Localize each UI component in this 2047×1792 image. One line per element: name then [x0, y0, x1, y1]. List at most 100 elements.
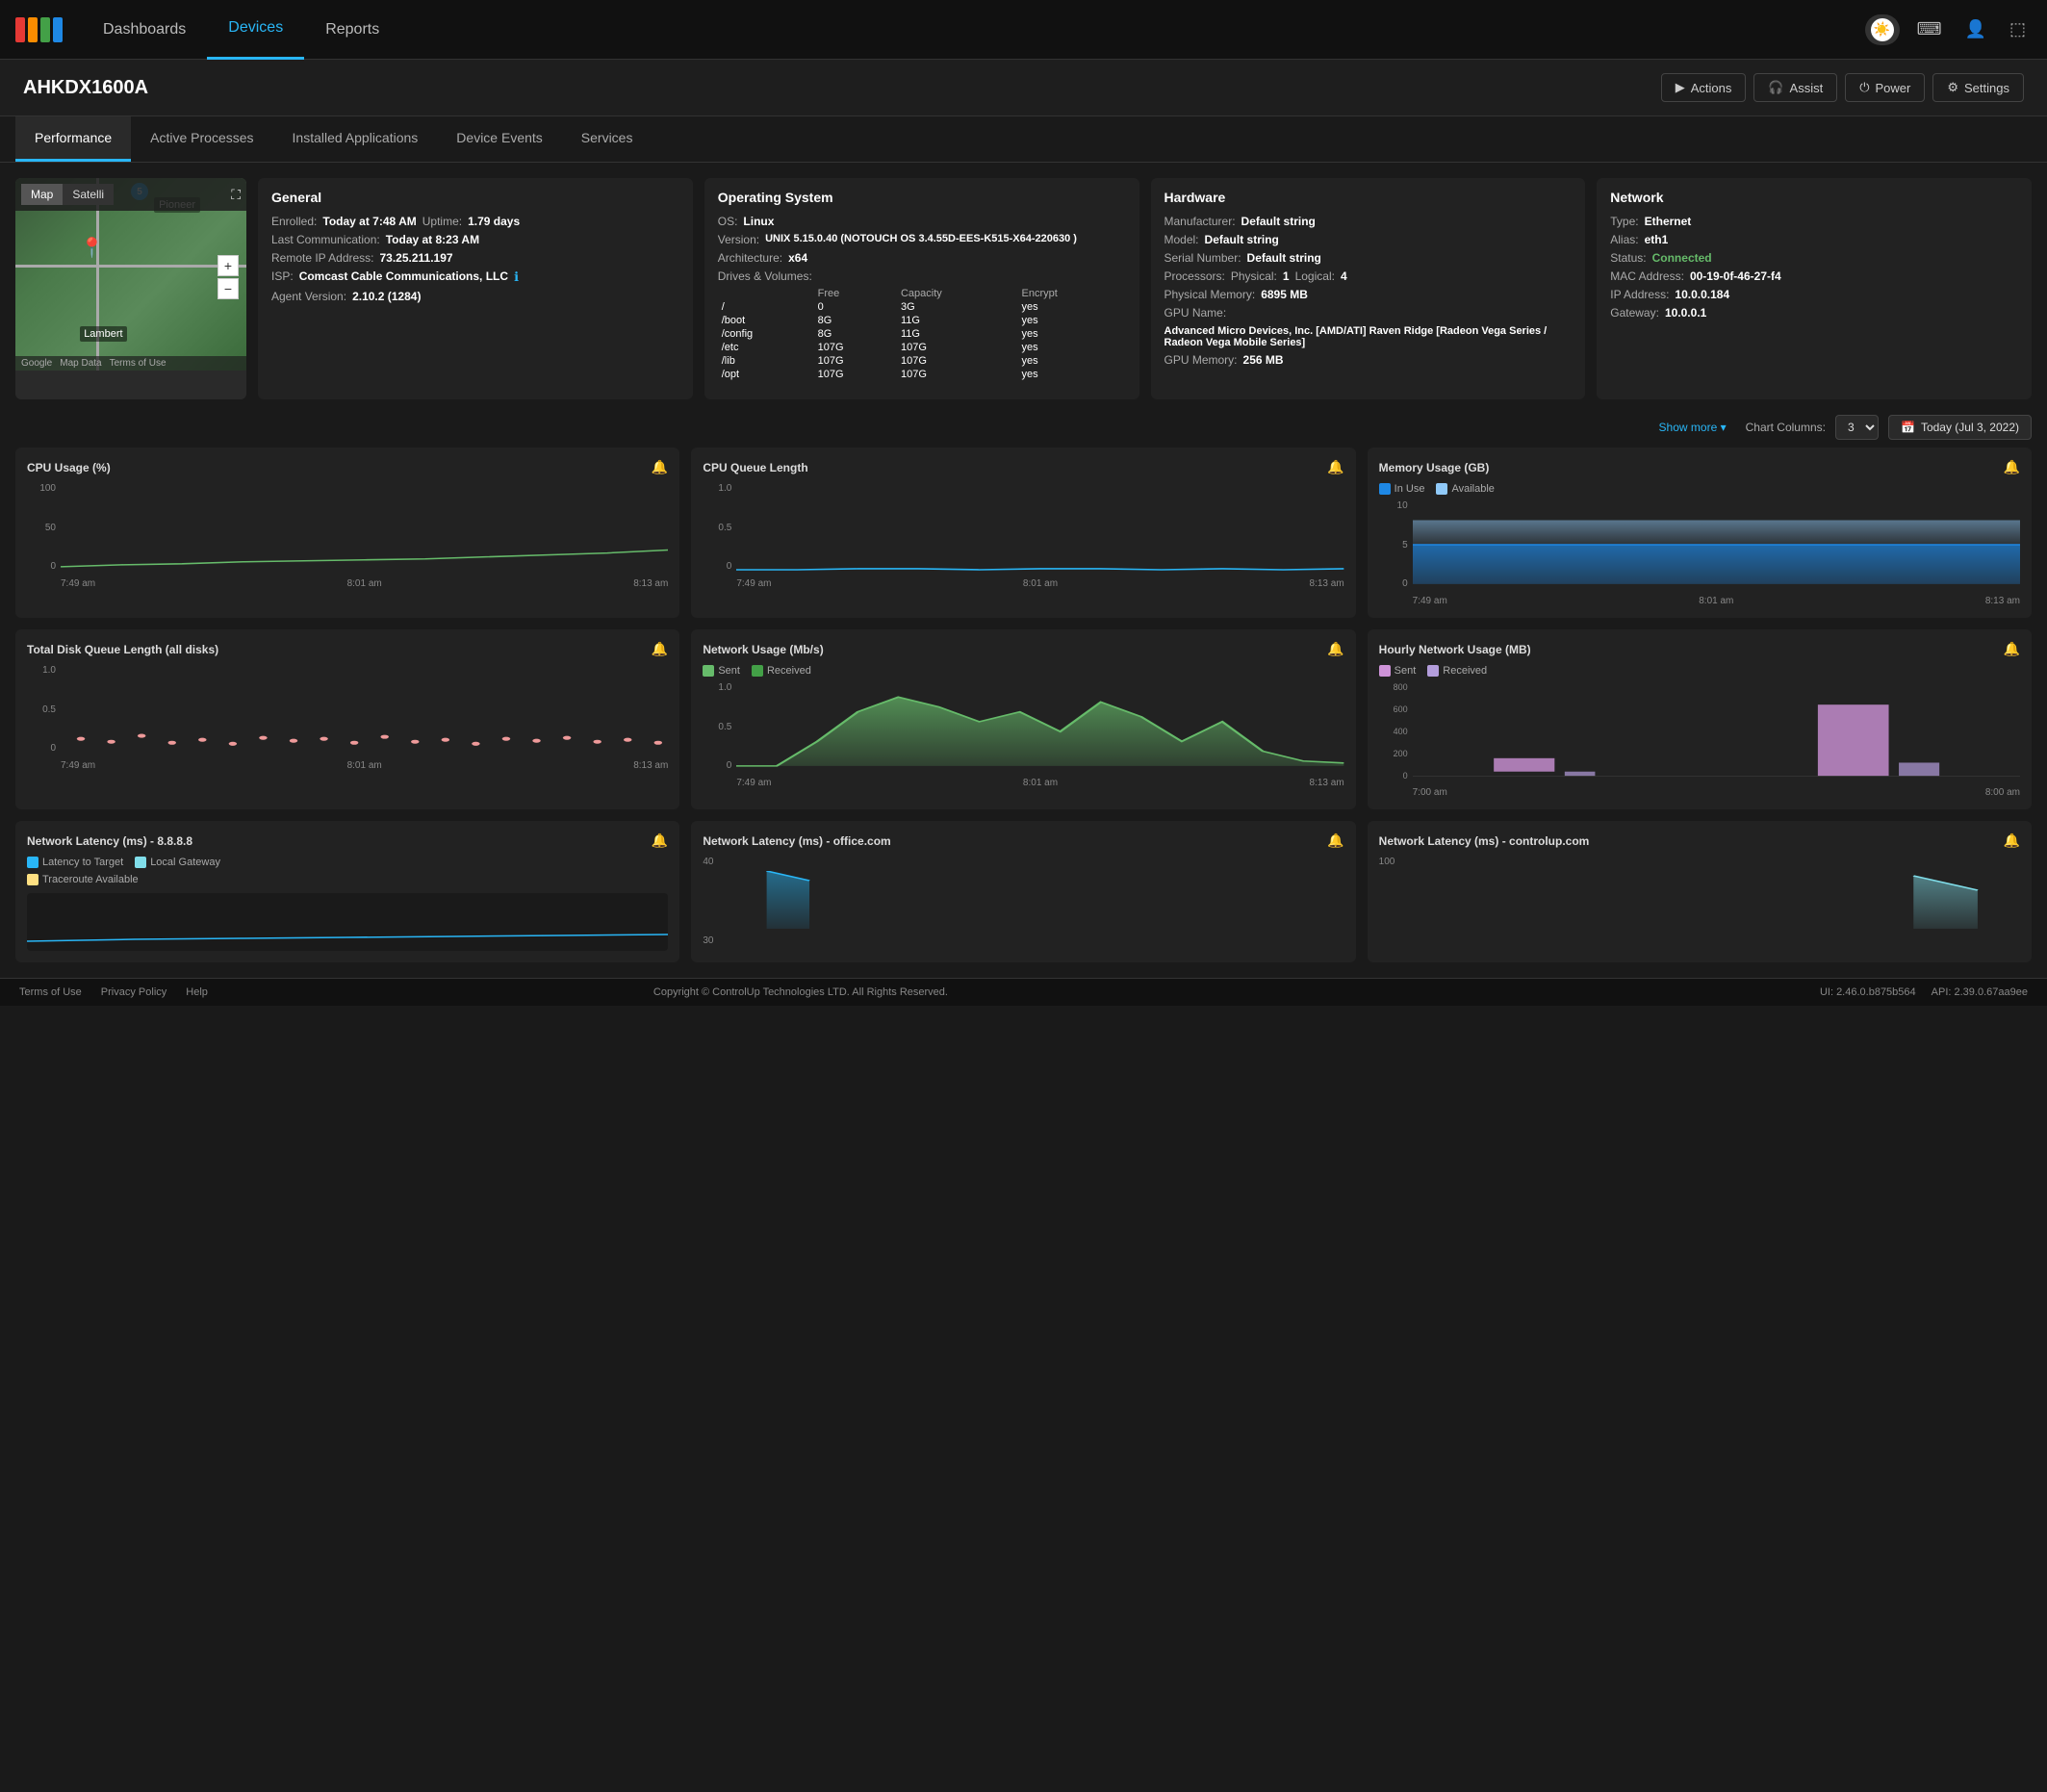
map-expand-btn[interactable]: ⛶ [231, 184, 241, 205]
terms-of-use-link[interactable]: Terms of Use [19, 986, 82, 998]
hourly-x-0: 7:00 am [1413, 787, 1447, 798]
latency-8888-bell-btn[interactable]: 🔔 [652, 832, 668, 849]
drive-cell-1: 8G [814, 327, 897, 341]
hourly-sent-dot [1379, 665, 1391, 677]
latency-8888-header: Network Latency (ms) - 8.8.8.8 🔔 [27, 832, 668, 849]
os-value: Linux [743, 215, 774, 228]
map-zoom-out-btn[interactable]: − [217, 278, 239, 299]
drives-title: Drives & Volumes: [718, 269, 1126, 283]
hourly-y-800: 800 [1379, 682, 1408, 692]
help-link[interactable]: Help [186, 986, 208, 998]
remote-ip-label: Remote IP Address: [271, 251, 374, 265]
tab-active-processes[interactable]: Active Processes [131, 116, 272, 162]
memory-usage-header: Memory Usage (GB) 🔔 [1379, 459, 2020, 475]
latency-controlup-bell-btn[interactable]: 🔔 [2004, 832, 2020, 849]
map-view-btn[interactable]: Map [21, 184, 63, 205]
gpu-memory-row: GPU Memory: 256 MB [1164, 353, 1573, 367]
cpu-usage-bell-btn[interactable]: 🔔 [652, 459, 668, 475]
nav-devices[interactable]: Devices [207, 0, 304, 60]
net-y-min: 0 [703, 760, 731, 771]
charts-row-2: Total Disk Queue Length (all disks) 🔔 1.… [15, 629, 2032, 809]
status-label: Status: [1610, 251, 1646, 265]
isp-info-icon[interactable]: ℹ [514, 269, 519, 285]
map-zoom-in-btn[interactable]: + [217, 255, 239, 276]
ip-value: 10.0.0.184 [1675, 288, 1729, 301]
map-panel: Map Satelli ⛶ 📍 Lambert Pioneer 5 + − Go… [15, 178, 246, 399]
terms-label: Terms of Use [110, 358, 166, 369]
cpu-queue-bell-btn[interactable]: 🔔 [1327, 459, 1343, 475]
cq-x-1: 8:01 am [1023, 578, 1058, 589]
actions-button[interactable]: ▶ Actions [1661, 73, 1747, 102]
cpu-x-1: 8:01 am [347, 578, 382, 589]
chart-date-label: Today (Jul 3, 2022) [1921, 421, 2019, 434]
alias-label: Alias: [1610, 233, 1638, 246]
tab-performance[interactable]: Performance [15, 116, 131, 162]
cpu-queue-header: CPU Queue Length 🔔 [703, 459, 1343, 475]
latency-to-target-legend: Latency to Target [27, 857, 123, 868]
local-gateway-dot [135, 857, 146, 868]
sent-label: Sent [718, 665, 740, 677]
uptime-label: Uptime: [422, 215, 462, 228]
latency-office-ymax: 40 [703, 857, 1343, 867]
disk-xaxis: 7:49 am 8:01 am 8:13 am [61, 760, 668, 771]
hourly-x-1: 8:00 am [1985, 787, 2020, 798]
tab-installed-applications[interactable]: Installed Applications [273, 116, 438, 162]
cpu-y-max: 100 [27, 483, 56, 494]
drive-cell-3: yes [1018, 300, 1126, 314]
settings-button[interactable]: ⚙ Settings [1932, 73, 2024, 102]
privacy-policy-link[interactable]: Privacy Policy [101, 986, 166, 998]
logical-label: Logical: [1295, 269, 1335, 283]
disk-queue-chart: 1.0 0.5 0 [27, 665, 668, 771]
theme-toggle-button[interactable]: ☀️ [1865, 14, 1900, 45]
disk-queue-bell-btn[interactable]: 🔔 [652, 641, 668, 657]
drive-col-capacity: Capacity [897, 287, 1018, 300]
drive-cell-2: 11G [897, 327, 1018, 341]
gateway-row: Gateway: 10.0.0.1 [1610, 306, 2018, 320]
mem-x-1: 8:01 am [1699, 596, 1733, 606]
drive-cell-2: 107G [897, 341, 1018, 354]
user-icon-button[interactable]: 👤 [1959, 13, 1992, 45]
satellite-view-btn[interactable]: Satelli [63, 184, 114, 205]
actions-icon: ▶ [1676, 80, 1685, 95]
logout-icon-button[interactable]: ⬚ [2004, 13, 2032, 45]
tab-services[interactable]: Services [562, 116, 652, 162]
tab-device-events[interactable]: Device Events [437, 116, 561, 162]
drive-row: /boot8G11Gyes [718, 314, 1126, 327]
drive-col-name [718, 287, 814, 300]
enrolled-row: Enrolled: Today at 7:48 AM Uptime: 1.79 … [271, 215, 679, 228]
drive-cell-1: 8G [814, 314, 897, 327]
logo-bar-green [40, 17, 50, 42]
gateway-value: 10.0.0.1 [1665, 306, 1706, 320]
serial-row: Serial Number: Default string [1164, 251, 1573, 265]
gpu-name-label: GPU Name: [1164, 306, 1227, 320]
network-mbps-bell-btn[interactable]: 🔔 [1327, 641, 1343, 657]
latency-office-bell-btn[interactable]: 🔔 [1327, 832, 1343, 849]
power-button[interactable]: ⏻ Power [1845, 73, 1925, 102]
memory-bell-btn[interactable]: 🔔 [2004, 459, 2020, 475]
assist-button[interactable]: 🎧 Assist [1753, 73, 1837, 102]
mem-x-2: 8:13 am [1985, 596, 2020, 606]
nav-reports[interactable]: Reports [304, 0, 400, 60]
chart-controls-bar: Show more ▾ Chart Columns: 3 2 1 📅 Today… [15, 411, 2032, 448]
power-label: Power [1876, 81, 1911, 95]
nav-dashboards[interactable]: Dashboards [82, 0, 207, 60]
hourly-network-bell-btn[interactable]: 🔔 [2004, 641, 2020, 657]
logo-bar-blue [53, 17, 63, 42]
chart-date-button[interactable]: 📅 Today (Jul 3, 2022) [1888, 415, 2032, 440]
latency-to-target-dot [27, 857, 38, 868]
cpu-usage-svg-wrap [61, 483, 668, 572]
hourly-received-legend: Received [1427, 665, 1487, 677]
chart-columns-select[interactable]: 3 2 1 [1835, 415, 1879, 440]
memory-available-dot [1436, 483, 1447, 495]
footer-versions: UI: 2.46.0.b875b564 API: 2.39.0.67aa9ee [1820, 986, 2028, 998]
memory-xaxis: 7:49 am 8:01 am 8:13 am [1413, 596, 2020, 606]
traceroute-label: Traceroute Available [42, 874, 139, 885]
drive-cell-1: 107G [814, 341, 897, 354]
cq-y-mid: 0.5 [703, 523, 731, 533]
physical-value: 1 [1283, 269, 1290, 283]
keyboard-icon-button[interactable]: ⌨ [1911, 13, 1948, 45]
settings-icon: ⚙ [1947, 80, 1958, 95]
last-comm-row: Last Communication: Today at 8:23 AM [271, 233, 679, 246]
assist-label: Assist [1790, 81, 1824, 95]
show-more-link[interactable]: Show more ▾ [1659, 417, 1727, 438]
